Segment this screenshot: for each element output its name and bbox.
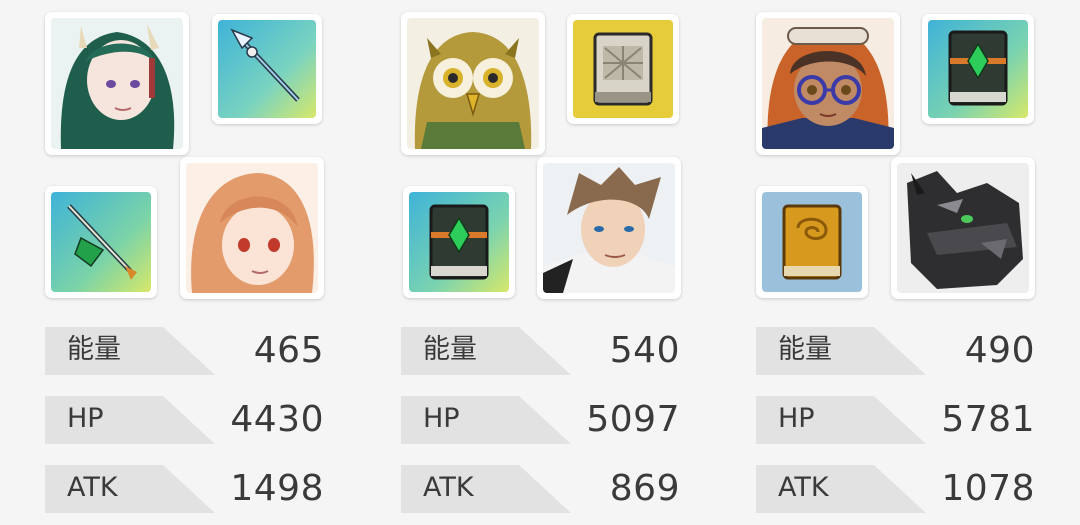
black-wolf-dragon-icon xyxy=(897,163,1029,293)
stat-value: 540 xyxy=(609,330,680,371)
gray-tome-icon xyxy=(573,20,673,118)
stat-value: 1498 xyxy=(230,468,324,509)
hero-portrait-2[interactable] xyxy=(180,157,324,299)
stat-row-energy: 能量 465 xyxy=(45,327,330,375)
stat-value: 465 xyxy=(253,330,324,371)
hero-portrait-1[interactable] xyxy=(45,12,189,155)
stat-label: 能量 xyxy=(778,334,832,365)
hero-portrait-1[interactable] xyxy=(401,12,545,155)
owl-icon xyxy=(407,18,539,149)
team-3: 能量 490 HP 5781 ATK 1078 xyxy=(756,0,1056,525)
weapon-slot-2[interactable] xyxy=(403,186,515,298)
stat-row-hp: HP 5781 xyxy=(756,396,1041,444)
weapon-slot-2[interactable] xyxy=(45,186,157,298)
stat-value: 869 xyxy=(609,468,680,509)
stat-label: ATK xyxy=(778,472,829,503)
stat-label: 能量 xyxy=(67,334,121,365)
weapon-slot-1[interactable] xyxy=(212,14,322,124)
stat-row-hp: HP 5097 xyxy=(401,396,686,444)
team-1: 能量 465 HP 4430 ATK 1498 xyxy=(45,0,345,525)
stat-row-hp: HP 4430 xyxy=(45,396,330,444)
blue-lance-icon xyxy=(218,20,316,118)
green-gem-tome-icon xyxy=(928,20,1028,118)
stat-row-atk: ATK 869 xyxy=(401,465,686,513)
stat-label: 能量 xyxy=(423,334,477,365)
stat-label: ATK xyxy=(423,472,474,503)
stat-value: 1078 xyxy=(941,468,1035,509)
hero-portrait-2[interactable] xyxy=(891,157,1035,299)
stat-value: 490 xyxy=(964,330,1035,371)
weapon-slot-2[interactable] xyxy=(756,186,868,298)
weapon-slot-1[interactable] xyxy=(922,14,1034,124)
stat-label: ATK xyxy=(67,472,118,503)
stat-label: HP xyxy=(67,403,104,434)
stat-value: 5781 xyxy=(941,399,1035,440)
weapon-slot-1[interactable] xyxy=(567,14,679,124)
goggles-child-icon xyxy=(762,18,894,149)
stat-value: 5097 xyxy=(586,399,680,440)
green-haired-horned-woman-icon xyxy=(51,18,183,149)
stat-row-atk: ATK 1078 xyxy=(756,465,1041,513)
stat-label: HP xyxy=(423,403,460,434)
green-lance-icon xyxy=(51,192,151,292)
orange-haired-woman-icon xyxy=(186,163,318,293)
gold-tome-icon xyxy=(762,192,862,292)
stat-label: HP xyxy=(778,403,815,434)
stat-row-energy: 能量 540 xyxy=(401,327,686,375)
stat-value: 4430 xyxy=(230,399,324,440)
stat-row-energy: 能量 490 xyxy=(756,327,1041,375)
green-gem-tome-icon xyxy=(409,192,509,292)
hero-portrait-2[interactable] xyxy=(537,157,681,299)
stat-row-atk: ATK 1498 xyxy=(45,465,330,513)
team-2: 能量 540 HP 5097 ATK 869 xyxy=(401,0,701,525)
hero-portrait-1[interactable] xyxy=(756,12,900,155)
brown-haired-man-icon xyxy=(543,163,675,293)
